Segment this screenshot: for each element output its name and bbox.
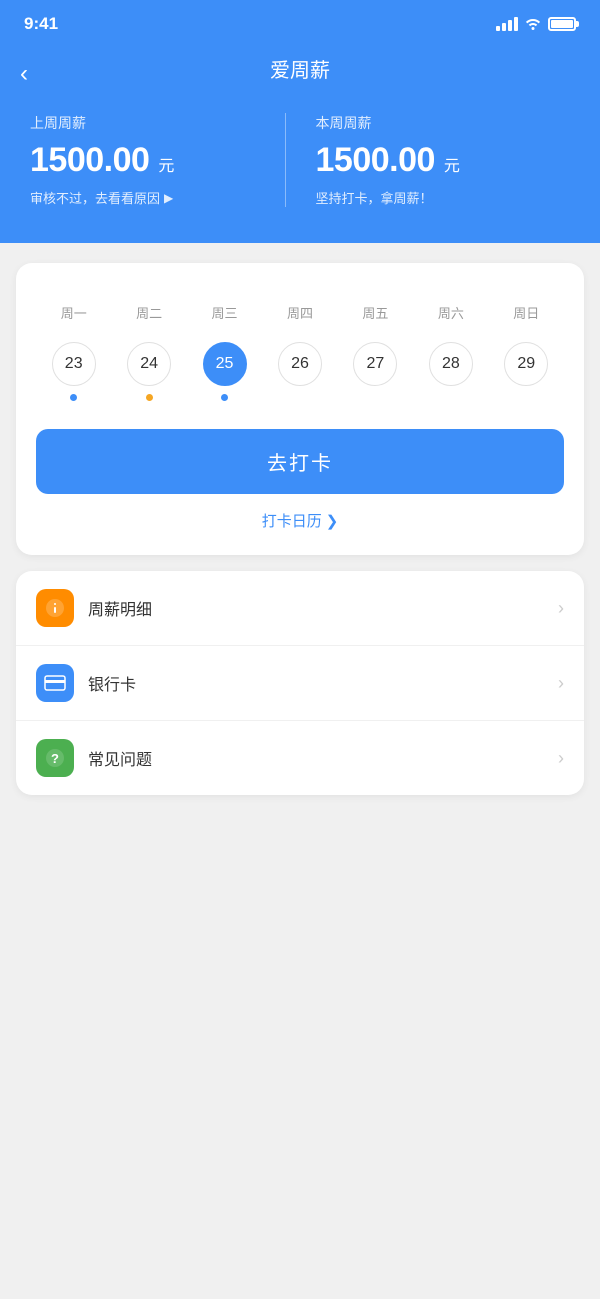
weekday-thu: 周四: [262, 303, 337, 334]
header: ‹ 爱周薪: [0, 44, 600, 103]
day-circle-28: 28: [429, 342, 473, 386]
menu-arrow-salary: ›: [558, 598, 564, 619]
calendar-day-23[interactable]: 23: [36, 342, 111, 401]
status-bar: 9:41: [0, 0, 600, 44]
weekday-wed: 周三: [187, 303, 262, 334]
this-week-amount: 1500.00 元: [316, 141, 571, 180]
weekday-tue: 周二: [111, 303, 186, 334]
status-time: 9:41: [24, 14, 58, 34]
day-dot-26: [296, 394, 303, 401]
menu-item-salary-detail[interactable]: 周薪明细 ›: [16, 571, 584, 646]
salary-banner: 上周周薪 1500.00 元 审核不过，去看看原因 ▶ 本周周薪 1500.00…: [0, 103, 600, 243]
menu-label-faq: 常见问题: [88, 746, 544, 770]
last-week-sub[interactable]: 审核不过，去看看原因 ▶: [30, 188, 285, 207]
day-dot-29: [523, 394, 530, 401]
wifi-icon: [524, 16, 542, 33]
day-dot-27: [372, 394, 379, 401]
day-dot-23: [70, 394, 77, 401]
day-dot-28: [447, 394, 454, 401]
signal-icon: [496, 17, 518, 31]
battery-icon: [548, 17, 576, 31]
salary-detail-icon: [36, 589, 74, 627]
weekday-mon: 周一: [36, 303, 111, 334]
this-week-salary: 本周周薪 1500.00 元 坚持打卡，拿周薪！: [285, 113, 571, 207]
calendar-history-link[interactable]: 打卡日历 ❯: [36, 510, 564, 531]
day-dot-24: [146, 394, 153, 401]
menu-label-salary-detail: 周薪明细: [88, 596, 544, 620]
day-circle-23: 23: [52, 342, 96, 386]
menu-label-bank-card: 银行卡: [88, 671, 544, 695]
weekday-labels: 周一 周二 周三 周四 周五 周六 周日: [36, 303, 564, 334]
last-week-label: 上周周薪: [30, 113, 285, 133]
menu-card: 周薪明细 › 银行卡 › ? 常见问题 ›: [16, 571, 584, 795]
faq-icon: ?: [36, 739, 74, 777]
calendar-card: 周一 周二 周三 周四 周五 周六 周日 23 24 25: [16, 263, 584, 555]
menu-arrow-faq: ›: [558, 748, 564, 769]
weekday-sun: 周日: [489, 303, 564, 334]
this-week-sub: 坚持打卡，拿周薪！: [316, 188, 571, 207]
day-circle-27: 27: [353, 342, 397, 386]
weekday-sat: 周六: [413, 303, 488, 334]
last-week-salary: 上周周薪 1500.00 元 审核不过，去看看原因 ▶: [30, 113, 285, 207]
calendar-day-27[interactable]: 27: [338, 342, 413, 401]
day-circle-25: 25: [203, 342, 247, 386]
page-title: 爱周薪: [270, 54, 330, 83]
calendar-days: 23 24 25 26 27: [36, 342, 564, 401]
this-week-label: 本周周薪: [316, 113, 571, 133]
day-circle-29: 29: [504, 342, 548, 386]
menu-arrow-bank: ›: [558, 673, 564, 694]
main-content: 周一 周二 周三 周四 周五 周六 周日 23 24 25: [0, 243, 600, 815]
checkin-button[interactable]: 去打卡: [36, 429, 564, 494]
calendar-day-26[interactable]: 26: [262, 342, 337, 401]
menu-item-bank-card[interactable]: 银行卡 ›: [16, 646, 584, 721]
back-button[interactable]: ‹: [20, 60, 28, 88]
day-circle-24: 24: [127, 342, 171, 386]
calendar-day-24[interactable]: 24: [111, 342, 186, 401]
calendar-day-28[interactable]: 28: [413, 342, 488, 401]
svg-text:?: ?: [51, 751, 59, 766]
bank-card-icon: [36, 664, 74, 702]
weekday-fri: 周五: [338, 303, 413, 334]
calendar-day-29[interactable]: 29: [489, 342, 564, 401]
status-icons: [496, 15, 576, 33]
menu-item-faq[interactable]: ? 常见问题 ›: [16, 721, 584, 795]
day-circle-26: 26: [278, 342, 322, 386]
day-dot-25: [221, 394, 228, 401]
calendar-day-25[interactable]: 25: [187, 342, 262, 401]
last-week-amount: 1500.00 元: [30, 141, 285, 180]
